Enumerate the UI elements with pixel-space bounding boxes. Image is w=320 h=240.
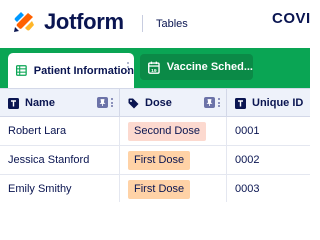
svg-text:19: 19 <box>151 67 157 73</box>
brand-name: Jotform <box>44 9 124 34</box>
name-cell[interactable]: Jessica Stanford <box>0 146 120 174</box>
tag-icon <box>128 98 139 108</box>
text-type-icon <box>235 97 246 109</box>
tab-bar: Patient Information 19 Vaccine Sched... <box>0 48 310 88</box>
dose-badge: First Dose <box>128 150 191 170</box>
unique-id-cell[interactable]: 0001 <box>227 117 310 145</box>
tab-vaccine-schedule[interactable]: 19 Vaccine Sched... <box>140 54 253 80</box>
dose-cell[interactable]: First Dose <box>120 175 227 202</box>
column-tools <box>204 97 220 108</box>
dose-badge: First Dose <box>128 179 191 199</box>
header-divider <box>142 15 143 32</box>
jotform-tables-page: Jotform Tables COVID Patient Information <box>0 0 310 202</box>
column-menu-icon[interactable] <box>218 98 220 107</box>
dose-badge: Second Dose <box>128 121 207 141</box>
document-title[interactable]: COVID <box>272 10 310 28</box>
jotform-logo-icon[interactable] <box>12 10 36 34</box>
unique-id-cell[interactable]: 0003 <box>227 175 310 202</box>
unique-id-cell[interactable]: 0002 <box>227 146 310 174</box>
tab-patient-information[interactable]: Patient Information <box>8 53 134 88</box>
table-grid-icon <box>16 65 27 76</box>
column-header-name[interactable]: Name <box>0 89 120 117</box>
app-header: Jotform Tables COVID <box>0 0 310 48</box>
pin-icon[interactable] <box>204 97 215 108</box>
table-row[interactable]: Robert Lara Second Dose 0001 <box>0 117 310 146</box>
product-name: Tables <box>156 18 188 30</box>
dose-cell[interactable]: Second Dose <box>120 117 227 145</box>
dose-cell[interactable]: First Dose <box>120 146 227 174</box>
name-cell[interactable]: Emily Smithy <box>0 175 120 202</box>
column-header-unique-id[interactable]: Unique ID <box>227 89 310 117</box>
name-cell[interactable]: Robert Lara <box>0 117 120 145</box>
table-row[interactable]: Emily Smithy First Dose 0003 <box>0 175 310 202</box>
column-label: Unique ID <box>252 97 304 109</box>
column-label: Name <box>25 97 55 109</box>
tab-label: Patient Information <box>33 64 134 77</box>
tab-label: Vaccine Sched... <box>166 61 253 73</box>
column-header-dose[interactable]: Dose <box>120 89 227 117</box>
column-tools <box>97 97 113 108</box>
tab-menu-icon[interactable] <box>127 62 130 72</box>
calendar-icon: 19 <box>148 61 160 73</box>
column-label: Dose <box>145 97 172 109</box>
column-menu-icon[interactable] <box>111 98 113 107</box>
pin-icon[interactable] <box>97 97 108 108</box>
text-type-icon <box>8 97 19 109</box>
table-header: Name Dose Unique ID <box>0 88 310 117</box>
table-row[interactable]: Jessica Stanford First Dose 0002 <box>0 146 310 175</box>
